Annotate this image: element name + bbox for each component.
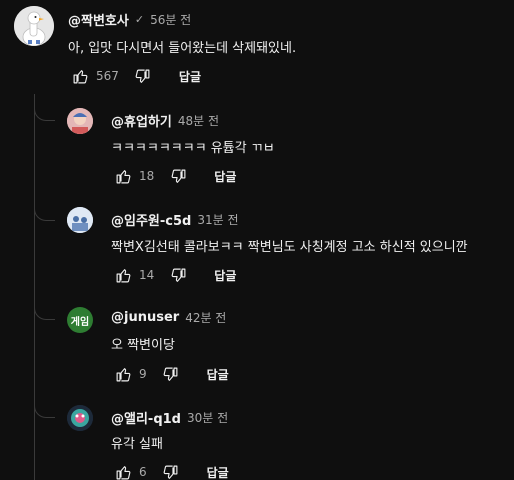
reply-actions: 18 답글	[111, 164, 236, 188]
like-count: 14	[139, 268, 155, 282]
comment-time[interactable]: 56분 전	[150, 11, 191, 28]
comment-text: 아, 입맛 다시면서 들어왔는데 삭제돼있네.	[68, 41, 297, 56]
goose-avatar-icon	[14, 6, 54, 46]
thumbs-down-button[interactable]	[166, 164, 190, 188]
reply-header: @junuser 42분 전	[111, 309, 226, 326]
thumbs-up-button[interactable]	[111, 164, 135, 188]
thumbs-down-icon	[171, 268, 186, 282]
avatar[interactable]: 게임	[67, 307, 93, 333]
avatar[interactable]	[67, 405, 93, 431]
comment-actions: 567 답글	[68, 64, 201, 88]
reply-author[interactable]: @앨리-q1d	[111, 408, 181, 427]
comment-header: @짝변호사 ✓ 56분 전	[68, 10, 191, 29]
user-avatar-icon	[67, 207, 93, 233]
like-count: 9	[139, 367, 147, 381]
like-count: 6	[139, 465, 147, 479]
thumbs-down-button[interactable]	[159, 362, 183, 386]
reply-text: ㅋㅋㅋㅋㅋㅋㅋㅋ 유튭각 ㄲㅂ	[111, 141, 275, 156]
thumbs-up-button[interactable]	[111, 263, 135, 287]
thumbs-down-button[interactable]	[159, 460, 183, 480]
thread-line	[34, 94, 35, 480]
like-count: 567	[96, 69, 119, 83]
thumbs-down-icon	[171, 169, 186, 183]
reply-time[interactable]: 31분 전	[197, 211, 238, 228]
reply-header: @휴업하기 48분 전	[111, 111, 219, 130]
reply-actions: 9 답글	[111, 362, 229, 386]
reply-button[interactable]: 답글	[207, 366, 229, 383]
thumbs-up-icon	[116, 465, 130, 479]
reply-actions: 6 답글	[111, 460, 229, 480]
thumbs-down-icon	[163, 367, 178, 381]
avatar[interactable]	[14, 6, 54, 46]
thumbs-down-button[interactable]	[131, 64, 155, 88]
comment-author[interactable]: @짝변호사	[68, 10, 129, 29]
thumbs-down-icon	[136, 69, 150, 83]
reply-author[interactable]: @휴업하기	[111, 111, 172, 130]
reply-button[interactable]: 답글	[207, 464, 229, 480]
reply-text: 짝변X김선태 콜라보ㅋㅋ 짝변님도 사칭계정 고소 하신적 있으니깐	[111, 240, 468, 255]
reply-header: @앨리-q1d 30분 전	[111, 408, 228, 427]
thumbs-up-button[interactable]	[68, 64, 92, 88]
thumbs-down-button[interactable]	[166, 263, 190, 287]
thumbs-up-icon	[116, 169, 130, 183]
reply-button[interactable]: 답글	[214, 168, 236, 185]
thumbs-down-icon	[163, 465, 178, 479]
reply-button[interactable]: 답글	[214, 267, 236, 284]
thumbs-up-button[interactable]	[111, 460, 135, 480]
user-avatar-icon	[67, 405, 93, 431]
reply-author[interactable]: @임주원-c5d	[111, 210, 191, 229]
reply-actions: 14 답글	[111, 263, 236, 287]
avatar[interactable]	[67, 207, 93, 233]
user-avatar-icon	[67, 108, 93, 134]
thumbs-up-icon	[116, 268, 130, 282]
thumbs-up-icon	[73, 69, 87, 83]
reply-header: @임주원-c5d 31분 전	[111, 210, 239, 229]
reply-author[interactable]: @junuser	[111, 310, 179, 325]
thread-connector	[34, 196, 55, 221]
avatar[interactable]	[67, 108, 93, 134]
reply-time[interactable]: 48분 전	[178, 112, 219, 129]
thread-connector	[34, 295, 55, 320]
comment-thread: @짝변호사 ✓ 56분 전 아, 입맛 다시면서 들어왔는데 삭제돼있네. 56…	[0, 0, 514, 480]
thread-connector	[34, 393, 55, 418]
thumbs-up-icon	[116, 367, 130, 381]
avatar-initials: 게임	[70, 316, 90, 328]
check-icon: ✓	[134, 13, 145, 26]
reply-text: 유각 실패	[111, 437, 163, 452]
thumbs-up-button[interactable]	[111, 362, 135, 386]
reply-time[interactable]: 42분 전	[185, 309, 226, 326]
thread-connector	[34, 96, 55, 121]
reply-time[interactable]: 30분 전	[187, 409, 228, 426]
reply-text: 오 짝변이당	[111, 338, 175, 353]
like-count: 18	[139, 169, 155, 183]
reply-button[interactable]: 답글	[179, 68, 201, 85]
